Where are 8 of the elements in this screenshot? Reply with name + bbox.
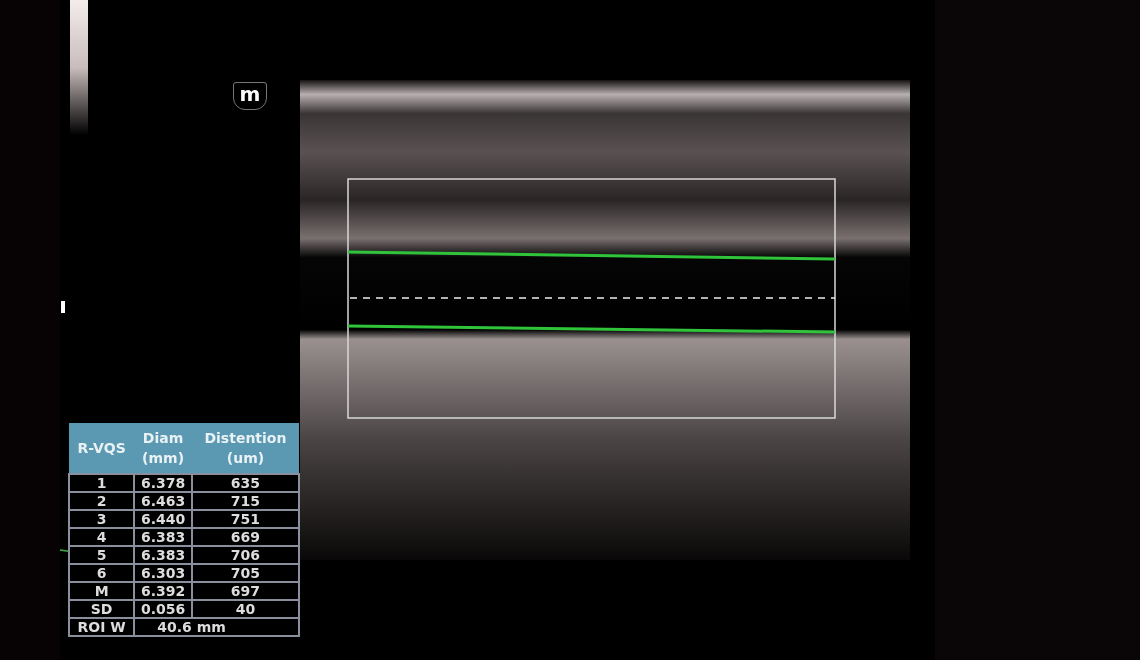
column-header: Diam (mm)	[134, 423, 192, 474]
table-cell: 6.378	[134, 474, 192, 492]
column-header: R-VQS	[69, 423, 135, 474]
table-cell: 1	[69, 474, 135, 492]
depth-marker	[61, 301, 65, 313]
table-cell: 635	[191, 474, 299, 492]
probe-marker: m	[233, 82, 267, 110]
column-header: Distention (um)	[191, 423, 299, 474]
